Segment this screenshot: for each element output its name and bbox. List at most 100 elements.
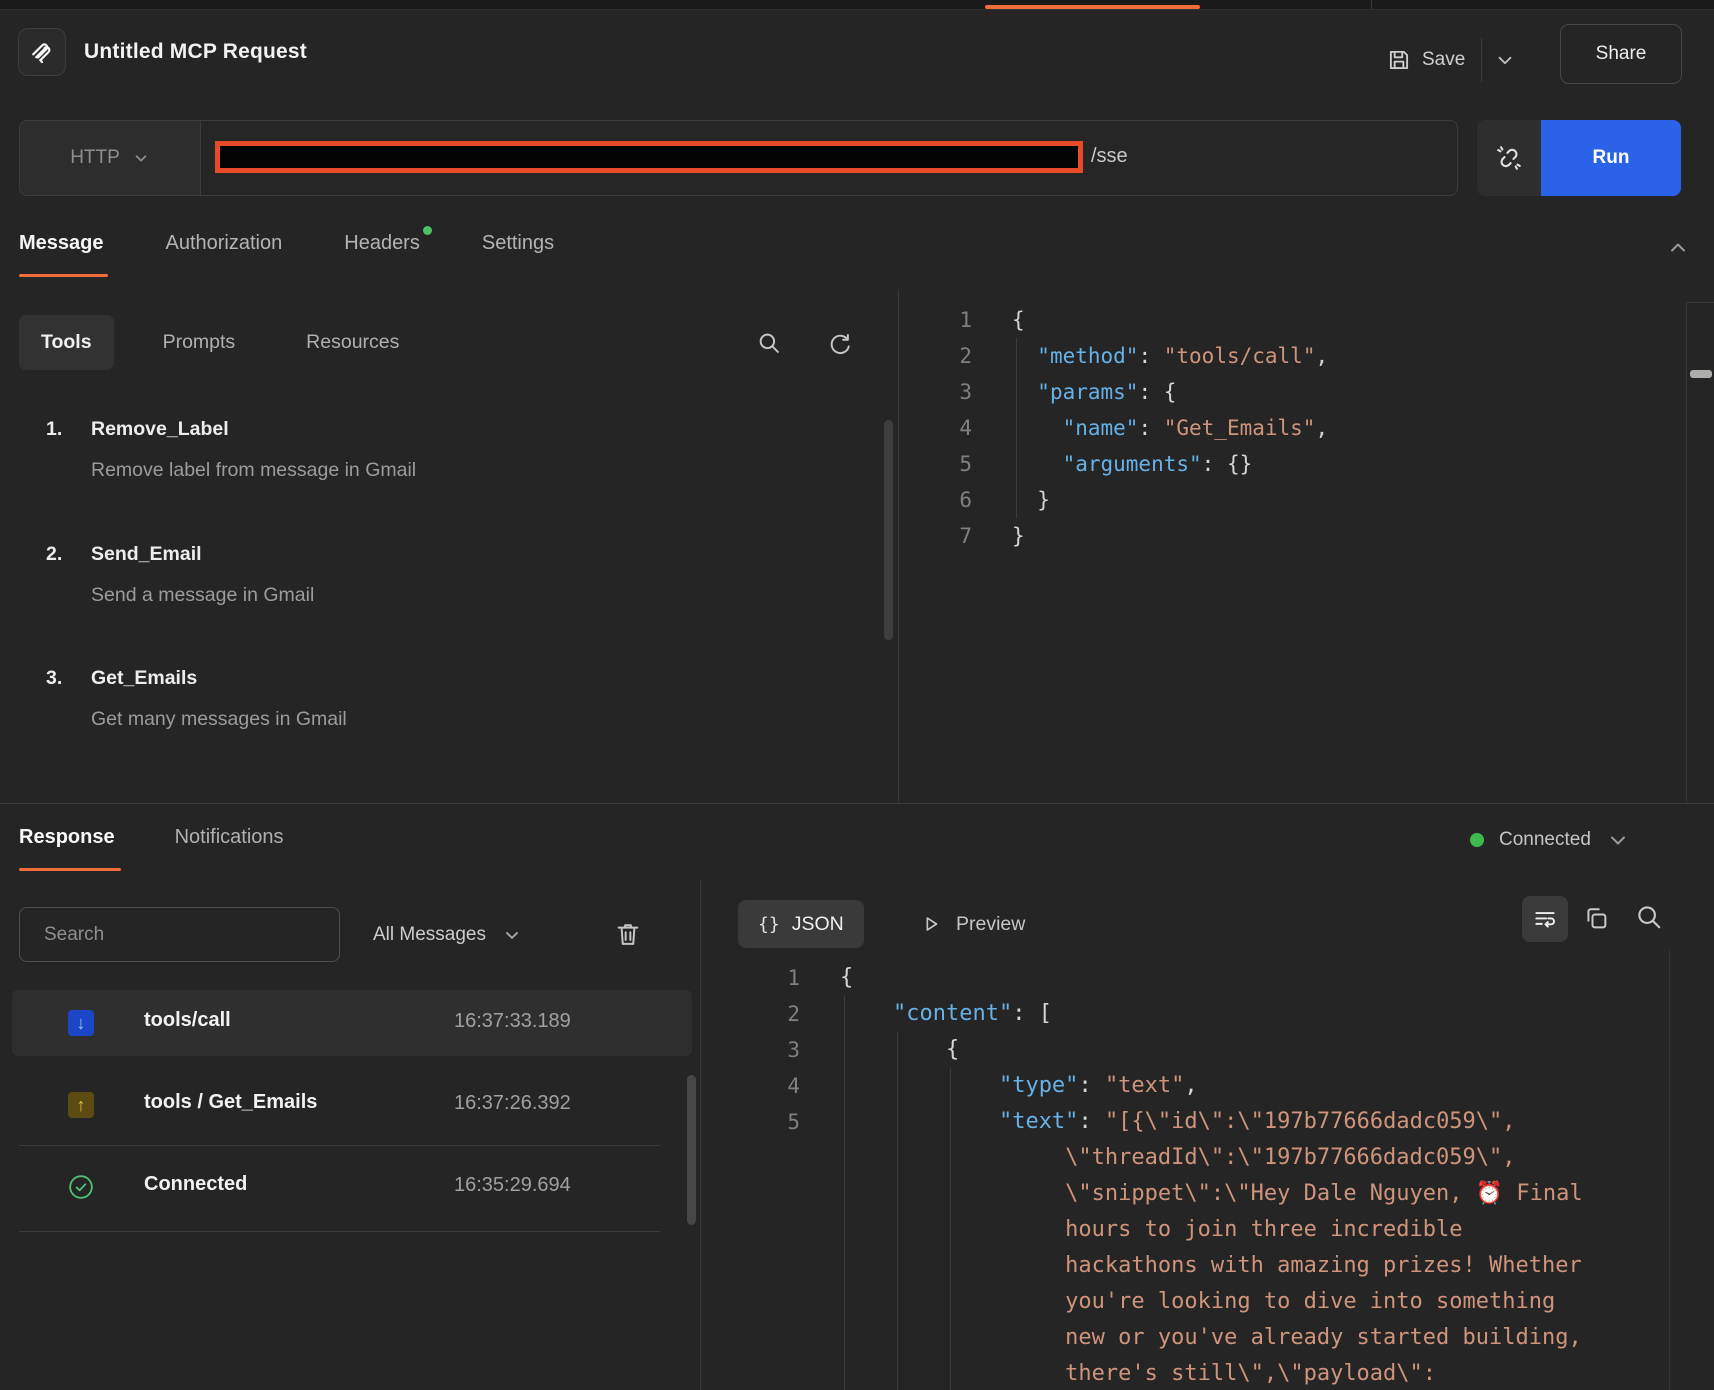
tool-name: Remove_Label [91, 418, 229, 441]
code-line: 3 "params": { [898, 374, 1668, 410]
panel-tab-tools[interactable]: Tools [19, 315, 114, 370]
url-suffix[interactable]: /sse [1091, 145, 1128, 168]
tab-headers[interactable]: Headers [344, 232, 420, 259]
protocol-chevron-down-icon [132, 149, 150, 167]
search-input[interactable] [19, 907, 340, 962]
tool-name: Get_Emails [91, 667, 197, 690]
message-filter-dropdown[interactable]: All Messages [373, 907, 522, 962]
tab-label: Notifications [175, 826, 284, 848]
indent-guide [844, 996, 845, 1390]
panel-tab-label: Tools [41, 331, 92, 354]
section-scrollbar-track[interactable] [1686, 302, 1714, 804]
code-line: 4 "name": "Get_Emails", [898, 410, 1668, 446]
save-icon [1386, 47, 1412, 73]
tools-search-icon[interactable] [756, 330, 782, 356]
run-button-group: Run [1477, 120, 1681, 196]
line-number [700, 1320, 800, 1356]
word-wrap-icon [1532, 906, 1558, 932]
tab-response[interactable]: Response [19, 826, 115, 849]
disconnect-button[interactable] [1477, 120, 1541, 196]
code-text: "arguments": {} [972, 446, 1252, 482]
share-button[interactable]: Share [1560, 24, 1682, 84]
save-button[interactable]: Save [1422, 49, 1465, 71]
indent-guide [1016, 338, 1017, 518]
code-text: "name": "Get_Emails", [972, 410, 1328, 446]
message-label: Connected [144, 1173, 247, 1196]
panel-tab-prompts[interactable]: Prompts [141, 315, 258, 370]
word-wrap-button[interactable] [1522, 896, 1568, 942]
tool-index: 3. [46, 667, 62, 690]
response-scrollbar-track[interactable] [1669, 950, 1670, 1390]
collapse-section-chevron-up-icon[interactable] [1666, 236, 1690, 260]
redacted-url-value[interactable] [215, 141, 1083, 173]
code-text: new or you've already started building, [800, 1320, 1582, 1356]
arrow-up-icon: ↑ [68, 1092, 94, 1118]
code-text: hours to join three incredible [800, 1212, 1463, 1248]
line-number: 7 [898, 518, 972, 554]
message-row[interactable]: ↑ tools / Get_Emails 16:37:26.392 [12, 1072, 692, 1138]
protocol-label: HTTP [70, 147, 120, 169]
connected-dot-icon [1470, 833, 1484, 847]
panel-tab-label: Prompts [163, 331, 236, 354]
tab-message[interactable]: Message [19, 232, 104, 259]
save-options-chevron-down-icon[interactable] [1494, 49, 1516, 71]
message-row[interactable]: Connected 16:35:29.694 [12, 1154, 692, 1220]
clear-messages-trash-icon[interactable] [614, 920, 642, 948]
braces-icon: {} [758, 914, 780, 935]
tab-authorization[interactable]: Authorization [166, 232, 283, 259]
tools-scrollbar[interactable] [884, 420, 893, 640]
line-number: 4 [700, 1068, 800, 1104]
tool-index: 2. [46, 543, 62, 566]
panel-tab-resources[interactable]: Resources [284, 315, 421, 370]
code-text: \"threadId\":\"197b77666dadc059\", [800, 1140, 1516, 1176]
tool-index: 1. [46, 418, 62, 441]
request-json-editor[interactable]: 1{2 "method": "tools/call",3 "params": {… [898, 302, 1668, 554]
panel-tab-label: Resources [306, 331, 399, 354]
run-button[interactable]: Run [1541, 120, 1681, 196]
copy-icon[interactable] [1582, 904, 1610, 932]
line-number [700, 1176, 800, 1212]
app-window: Untitled MCP Request Save Share HTTP /ss… [0, 0, 1714, 1390]
url-bar: HTTP /sse [19, 120, 1458, 196]
code-text: "text": "[{\"id\":\"197b77666dadc059\", [800, 1104, 1516, 1140]
preview-tab-label: Preview [956, 913, 1025, 936]
line-number: 1 [898, 302, 972, 338]
message-label: tools / Get_Emails [144, 1091, 317, 1114]
tab-notifications[interactable]: Notifications [175, 826, 284, 849]
line-number [700, 1248, 800, 1284]
check-circle-icon [68, 1174, 94, 1200]
line-number: 5 [898, 446, 972, 482]
section-scrollbar-thumb[interactable] [1690, 370, 1712, 378]
tab-label: Response [19, 826, 115, 848]
tab-preview[interactable]: Preview [920, 900, 1025, 948]
code-text: "params": { [972, 374, 1176, 410]
refresh-icon[interactable] [826, 330, 852, 356]
response-tabs: Response Notifications [19, 826, 284, 849]
message-list: ↓ tools/call 16:37:33.189 ↑ tools / Get_… [12, 990, 692, 1236]
tab-label: Settings [482, 232, 554, 254]
code-text: "content": [ [800, 996, 1052, 1032]
code-text: } [972, 482, 1050, 518]
line-number: 5 [700, 1104, 800, 1140]
save-divider [1481, 38, 1482, 82]
response-search-icon[interactable] [1634, 902, 1664, 932]
request-tabs: Message Authorization Headers Settings [19, 232, 554, 259]
message-timestamp: 16:37:26.392 [454, 1092, 571, 1115]
message-list-scrollbar[interactable] [687, 1075, 696, 1225]
filter-label: All Messages [373, 924, 486, 946]
top-tab-strip[interactable] [0, 0, 1714, 10]
protocol-selector[interactable]: HTTP [20, 121, 201, 195]
tab-json[interactable]: {} JSON [738, 900, 864, 948]
code-line: 2 "method": "tools/call", [898, 338, 1668, 374]
code-line: 5 "arguments": {} [898, 446, 1668, 482]
message-panel-tabs: Tools Prompts Resources [19, 315, 421, 370]
tab-label: Headers [344, 232, 420, 254]
code-text: { [972, 302, 1025, 338]
tab-label: Authorization [166, 232, 283, 254]
code-text: "method": "tools/call", [972, 338, 1328, 374]
connection-status[interactable]: Connected [1470, 828, 1630, 852]
code-text: { [800, 1032, 959, 1068]
tab-settings[interactable]: Settings [482, 232, 554, 259]
message-row[interactable]: ↓ tools/call 16:37:33.189 [12, 990, 692, 1056]
save-button-group[interactable]: Save [1386, 38, 1516, 82]
